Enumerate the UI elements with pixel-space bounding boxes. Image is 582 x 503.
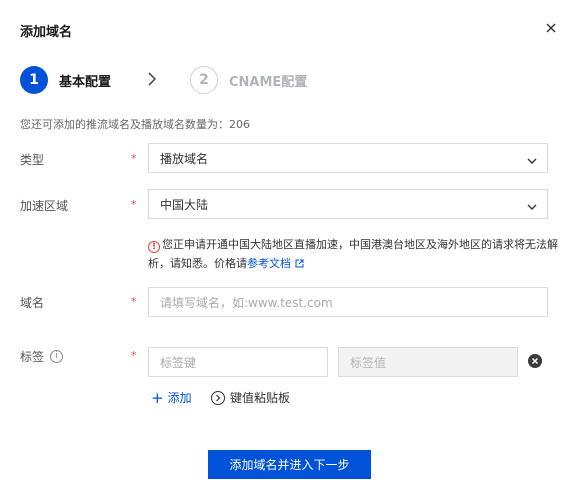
region-warning: ! 您正申请开通中国大陆地区直播加速，中国港澳台地区及海外地区的请求将无法解析，请… [148, 235, 558, 274]
required-mark: * [131, 349, 137, 362]
chevron-right-icon [147, 72, 157, 89]
dialog-title: 添加域名 [20, 25, 73, 40]
required-mark: * [131, 295, 137, 308]
step-label: CNAME配置 [229, 74, 308, 90]
domain-label: 域名 [20, 296, 45, 310]
paste-tags-button[interactable]: 键值粘贴板 [211, 389, 290, 406]
step-number: 2 [190, 66, 218, 94]
quota-text: 您还可添加的推流域名及播放域名数量为：206 [20, 118, 250, 131]
required-mark: * [131, 198, 137, 211]
step-cname-config: 2 CNAME配置 [190, 66, 307, 94]
step-number: 1 [20, 66, 48, 94]
tag-key-input[interactable]: 标签键 [148, 347, 328, 377]
step-basic-config: 1 基本配置 [20, 66, 111, 94]
region-select[interactable]: 中国大陆 [148, 189, 548, 219]
tag-label: 标签 i [20, 348, 64, 365]
chevron-down-icon [527, 154, 537, 168]
domain-input[interactable]: 请填写域名，如:www.test.com [148, 287, 548, 317]
warning-icon: ! [148, 241, 160, 253]
close-icon[interactable] [545, 22, 561, 38]
region-select-value: 中国大陆 [160, 197, 209, 212]
step-label: 基本配置 [59, 74, 112, 90]
add-tag-button[interactable]: + 添加 [151, 389, 192, 406]
chevron-down-icon [527, 200, 537, 214]
external-link-icon[interactable] [295, 255, 304, 274]
chevron-right-circle-icon [211, 390, 225, 405]
paste-tags-label: 键值粘贴板 [230, 391, 291, 405]
tag-label-text: 标签 [20, 350, 45, 364]
type-select-value: 播放域名 [160, 151, 209, 166]
add-tag-label: 添加 [167, 391, 192, 405]
type-label: 类型 [20, 153, 45, 167]
region-label: 加速区域 [20, 199, 69, 213]
warning-text: 您正申请开通中国大陆地区直播加速，中国港澳台地区及海外地区的请求将无法解析，请知… [148, 238, 558, 270]
tag-value-input[interactable]: 标签值 [338, 347, 518, 377]
type-select[interactable]: 播放域名 [148, 143, 548, 173]
info-icon[interactable]: i [50, 350, 64, 363]
submit-button[interactable]: 添加域名并进入下一步 [208, 450, 371, 479]
plus-icon: + [151, 388, 164, 407]
required-mark: * [131, 152, 137, 165]
reference-doc-link[interactable]: 参考文档 [247, 257, 291, 270]
remove-tag-icon[interactable] [528, 354, 542, 368]
